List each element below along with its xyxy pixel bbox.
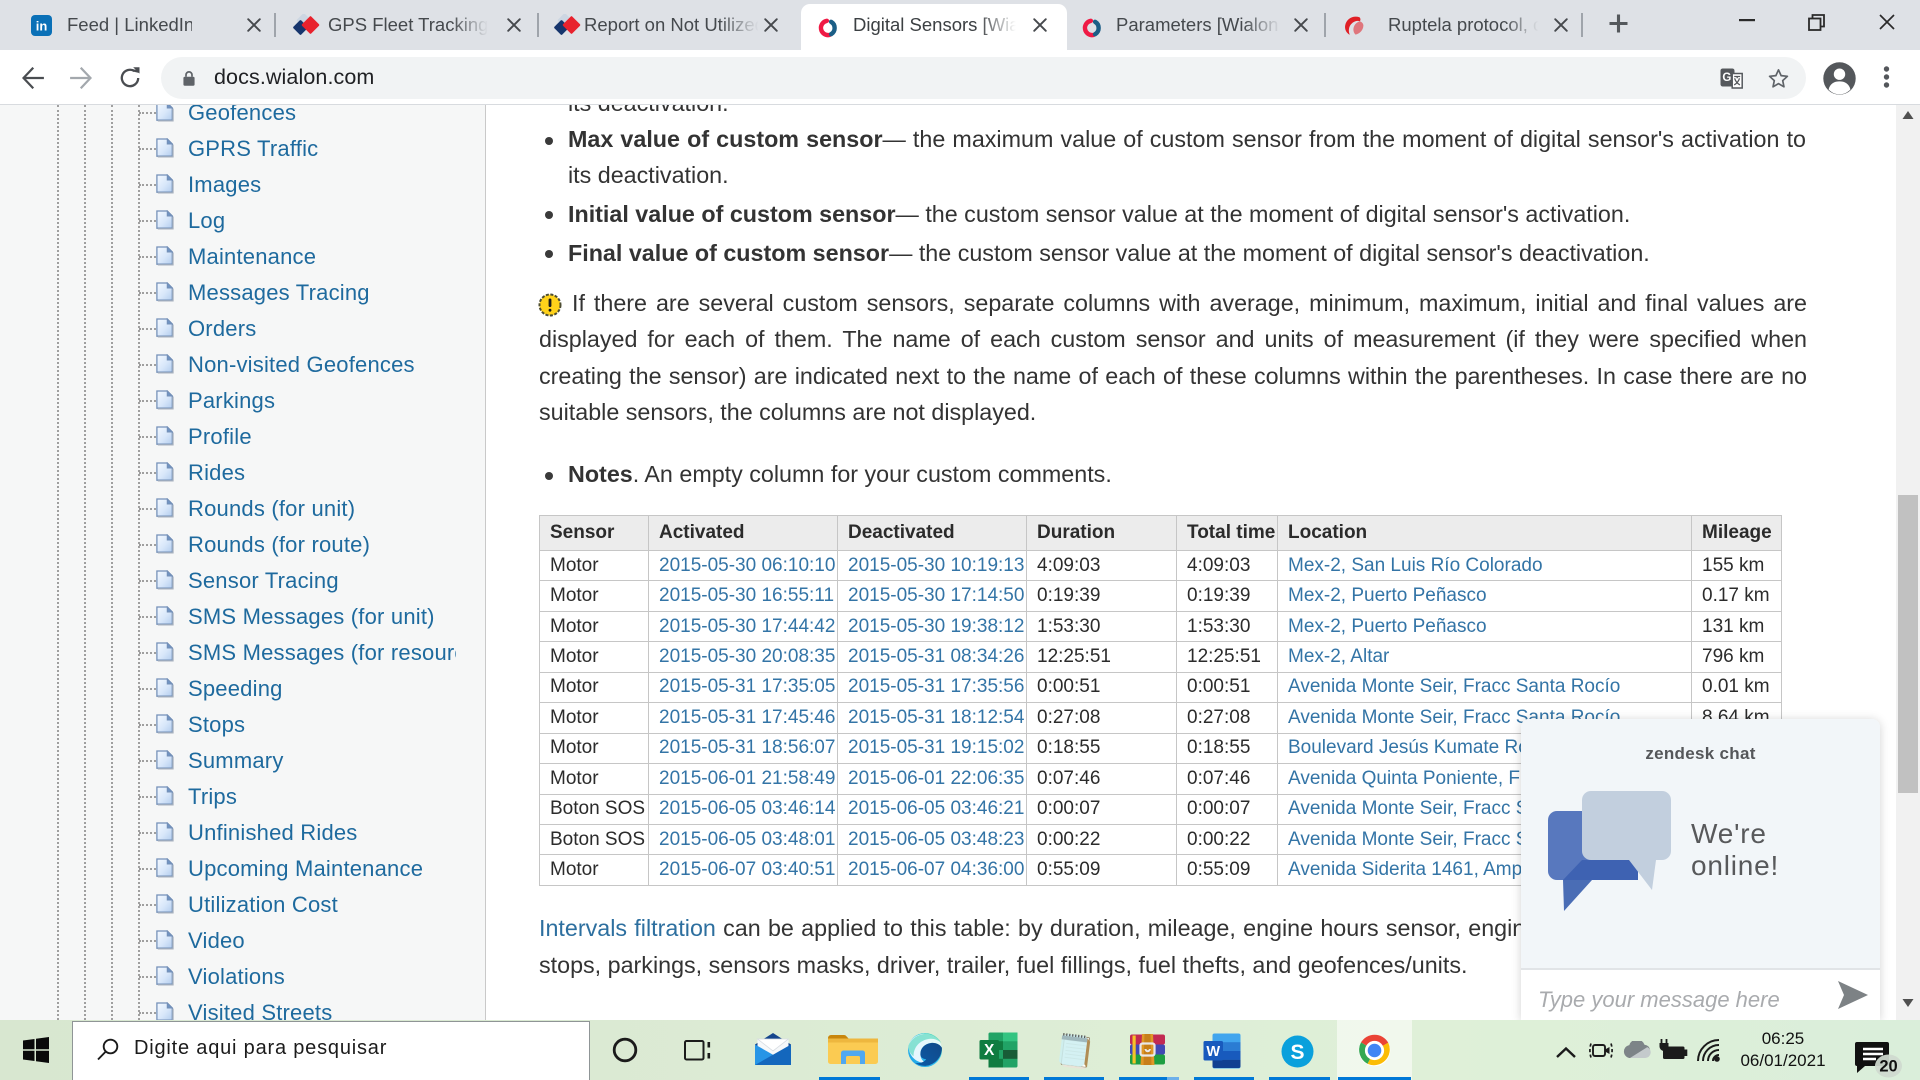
svg-text:X: X: [984, 1042, 995, 1059]
svg-text:20: 20: [1879, 1058, 1897, 1076]
svg-text:in: in: [36, 19, 48, 34]
svg-text:S: S: [1290, 1041, 1304, 1064]
svg-text:W: W: [1206, 1044, 1220, 1060]
svg-text:G: G: [1722, 72, 1731, 84]
